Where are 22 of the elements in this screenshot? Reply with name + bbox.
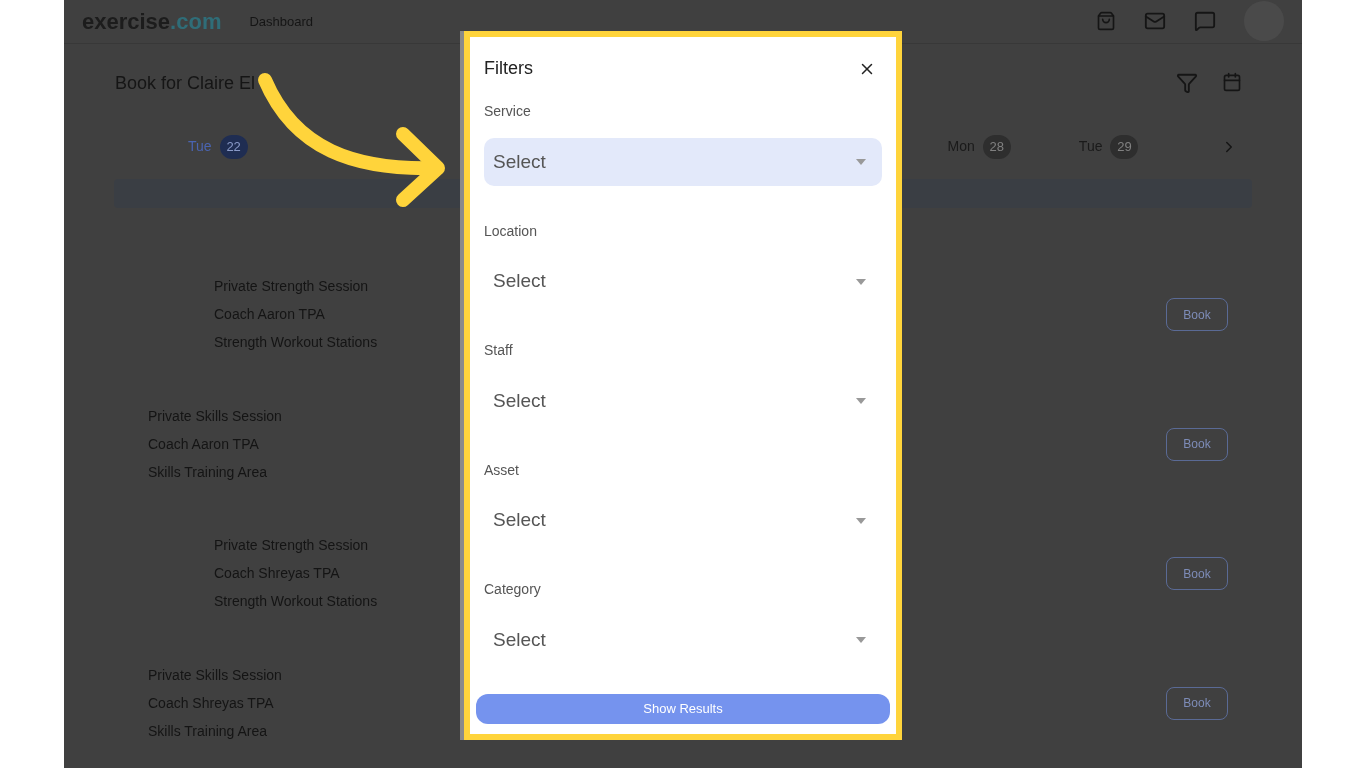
caret-icon [856,278,866,285]
shopping-bag-icon[interactable] [1096,11,1116,32]
caret-icon [856,637,866,643]
caret-icon [856,159,866,165]
field-label: Staff [484,341,514,360]
caret-icon [856,517,866,524]
select-field[interactable]: Select [484,138,882,186]
book-button[interactable]: Book [1166,298,1228,332]
caret-icon [856,398,866,404]
chat-icon[interactable] [1194,10,1216,33]
field-label: Category [484,580,542,599]
book-button[interactable]: Book [1166,557,1228,591]
field-label: Service [484,102,532,121]
field-label: Asset [484,460,520,480]
date-tab[interactable]: Tue 22 [188,134,248,159]
show-results-button[interactable]: Show Results [476,693,890,724]
field-label: Location [484,221,538,241]
dialog-title: Filters [484,57,533,80]
book-button[interactable]: Book [1166,427,1228,461]
book-button[interactable]: Book [1166,686,1228,720]
filter-icon[interactable] [1176,72,1198,95]
calendar-icon[interactable] [1222,72,1242,93]
